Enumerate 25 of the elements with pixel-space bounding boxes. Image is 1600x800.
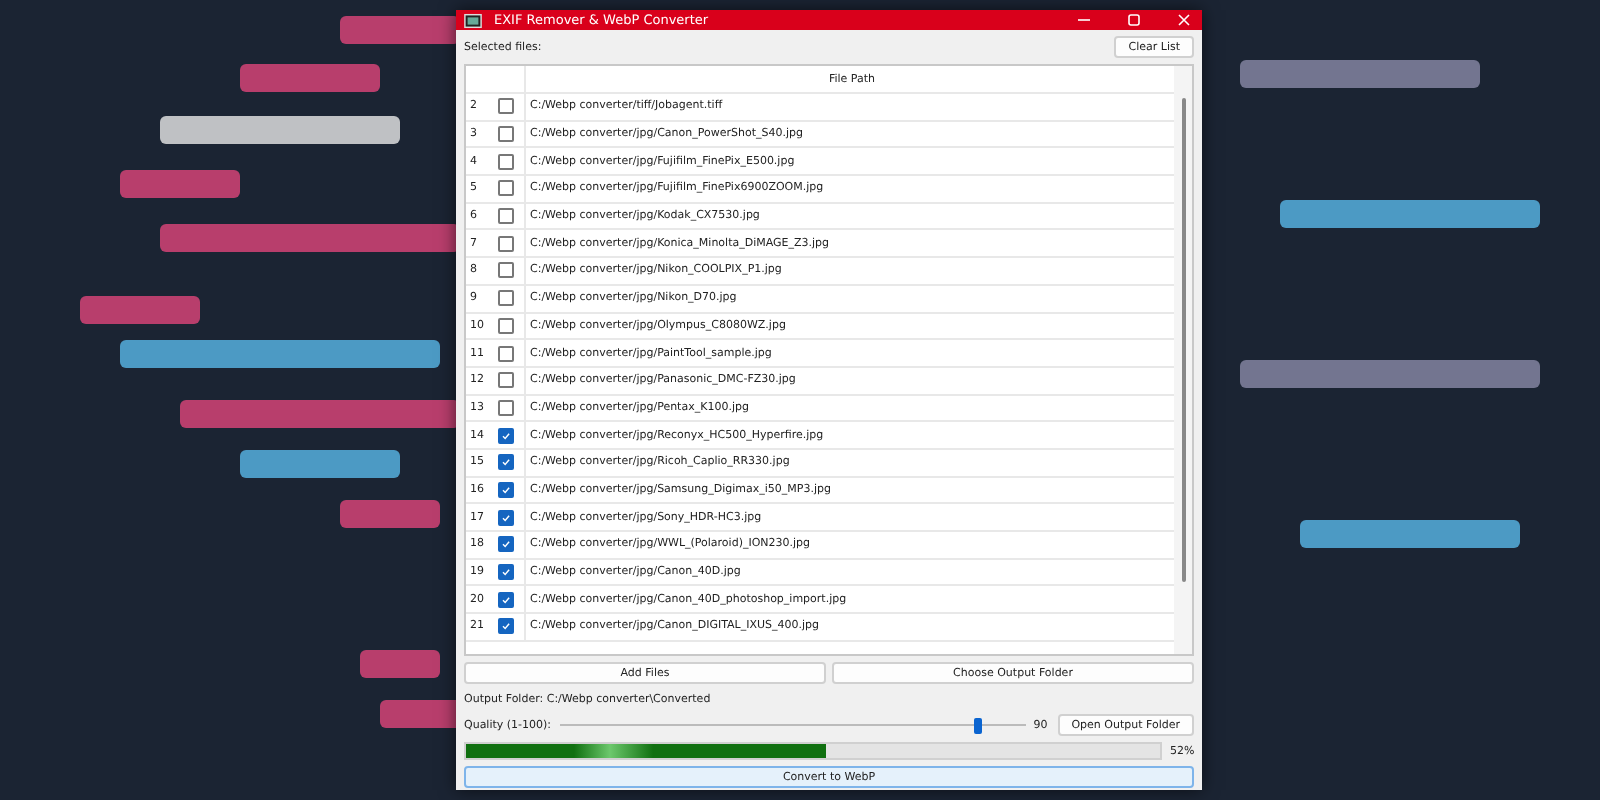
checkbox[interactable] (498, 591, 514, 608)
close-icon[interactable] (1174, 10, 1194, 30)
checkbox[interactable] (498, 509, 514, 526)
checkbox[interactable] (498, 180, 514, 197)
scrollbar[interactable] (1174, 66, 1192, 654)
checkbox[interactable] (498, 372, 514, 389)
checkbox[interactable] (498, 427, 514, 444)
checkbox[interactable] (498, 262, 514, 279)
checkbox[interactable] (498, 399, 514, 416)
checkbox[interactable] (498, 454, 514, 471)
checkbox[interactable] (498, 618, 514, 635)
checkbox[interactable] (498, 208, 514, 225)
checkbox[interactable] (498, 564, 514, 581)
checkbox[interactable] (498, 126, 514, 143)
checkbox[interactable] (498, 536, 514, 553)
checkbox[interactable] (498, 345, 514, 362)
checkbox[interactable] (498, 317, 514, 334)
checkbox[interactable] (498, 290, 514, 307)
checkbox[interactable] (498, 98, 514, 115)
checkbox[interactable] (498, 481, 514, 498)
maximize-icon[interactable] (1124, 10, 1144, 30)
checkbox[interactable] (498, 153, 514, 170)
checkbox[interactable] (498, 235, 514, 252)
quality-slider[interactable] (559, 717, 1026, 733)
app-icon (464, 11, 482, 29)
